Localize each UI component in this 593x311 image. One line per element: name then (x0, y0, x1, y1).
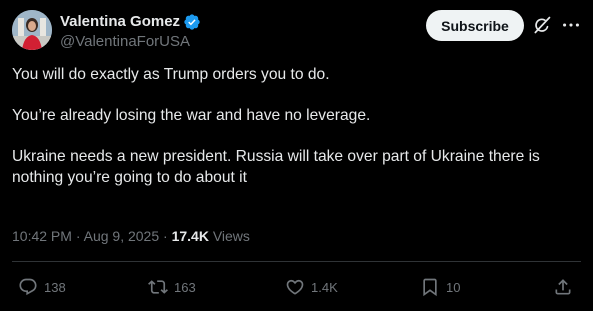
tweet-time[interactable]: 10:42 PM (12, 228, 72, 244)
like-button[interactable]: 1.4K (285, 276, 338, 298)
subscribe-button[interactable]: Subscribe (426, 10, 524, 41)
tweet-paragraph: You’re already losing the war and have n… (12, 107, 371, 124)
meta-separator: · (159, 228, 172, 244)
repost-button[interactable]: 163 (148, 276, 196, 298)
more-icon[interactable] (560, 14, 582, 36)
views-label: Views (212, 228, 250, 244)
meta-separator: · (71, 228, 84, 244)
reply-icon (19, 278, 37, 296)
share-button[interactable] (553, 276, 573, 298)
tweet-text: You will do exactly as Trump orders you … (12, 64, 584, 188)
divider (12, 261, 581, 262)
tweet-meta: 10:42 PM · Aug 9, 2025 · 17.4K Views (12, 226, 250, 246)
tweet-date[interactable]: Aug 9, 2025 (84, 228, 160, 244)
reply-count: 138 (44, 279, 66, 295)
bookmark-button[interactable]: 10 (420, 276, 460, 298)
bookmark-count: 10 (446, 279, 461, 295)
avatar[interactable] (12, 10, 52, 50)
tweet-paragraph: Ukraine needs a new president. Russia wi… (12, 148, 540, 186)
views-count: 17.4K (171, 228, 209, 244)
verified-badge-icon[interactable] (183, 13, 201, 31)
heart-icon (286, 279, 304, 295)
like-count: 1.4K (311, 279, 338, 295)
bookmark-icon (423, 278, 437, 297)
repost-icon (148, 280, 168, 294)
tweet: Valentina Gomez @ValentinaForUSA Subscri… (0, 0, 593, 311)
tweet-paragraph: You will do exactly as Trump orders you … (12, 66, 330, 83)
reply-button[interactable]: 138 (18, 276, 66, 298)
author-block: Valentina Gomez @ValentinaForUSA (60, 12, 201, 52)
grok-icon[interactable] (532, 15, 552, 35)
avatar-image (12, 10, 52, 50)
display-name-row: Valentina Gomez (60, 12, 201, 31)
author-handle[interactable]: @ValentinaForUSA (60, 32, 201, 52)
repost-count: 163 (174, 279, 196, 295)
share-icon (555, 279, 571, 295)
display-name[interactable]: Valentina Gomez (60, 12, 180, 31)
